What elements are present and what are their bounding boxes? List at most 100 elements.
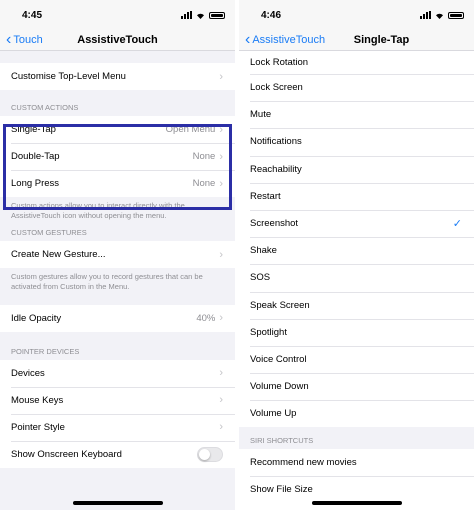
onscreen-keyboard-toggle[interactable]	[197, 446, 223, 462]
chevron-left-icon: ‹	[6, 31, 12, 48]
siri-shortcut-row[interactable]: Recommend new movies	[239, 449, 474, 477]
chevron-left-icon: ‹	[245, 31, 251, 48]
action-option-row[interactable]: Shake	[239, 237, 474, 265]
mouse-keys-row[interactable]: Mouse Keys ›	[0, 386, 235, 414]
single-tap-screen: 4:46 ‹ AssistiveTouch Single-Tap Lock Rot…	[239, 0, 474, 510]
row-value: 40%	[196, 312, 216, 324]
single-tap-row[interactable]: Single-Tap Open Menu ›	[0, 116, 235, 143]
chevron-right-icon: ›	[219, 421, 223, 433]
row-label: Volume Up	[250, 408, 297, 420]
status-icons	[181, 11, 225, 19]
cellular-signal-icon	[420, 11, 431, 19]
chevron-right-icon: ›	[219, 312, 223, 324]
row-value: None	[192, 178, 216, 189]
action-option-row[interactable]: Mute	[239, 101, 474, 129]
row-label: SOS	[250, 272, 271, 284]
action-option-row[interactable]: Lock Screen	[239, 74, 474, 102]
row-label: Create New Gesture...	[11, 249, 106, 261]
siri-shortcut-row[interactable]: Show File Size	[239, 476, 474, 504]
section-header-custom-actions: CUSTOM ACTIONS	[11, 103, 79, 112]
section-header-pointer-devices: POINTER DEVICES	[11, 346, 80, 356]
row-label: Idle Opacity	[11, 312, 62, 324]
chevron-right-icon: ›	[219, 177, 223, 190]
action-option-row[interactable]: Volume Up	[239, 400, 474, 428]
row-label: Voice Control	[250, 353, 307, 365]
row-label: Spotlight	[250, 326, 287, 338]
action-option-row[interactable]: Lock Rotation	[239, 51, 474, 74]
status-bar: 4:46	[239, 0, 474, 30]
row-label: Restart	[250, 190, 281, 202]
chevron-right-icon: ›	[219, 150, 223, 163]
row-label: Long Press	[11, 178, 60, 189]
action-option-row[interactable]: Volume Down	[239, 373, 474, 401]
row-label: Double-Tap	[11, 151, 60, 162]
row-label: Mouse Keys	[11, 394, 64, 406]
action-option-row[interactable]: Voice Control	[239, 345, 474, 374]
status-time: 4:46	[261, 9, 282, 21]
row-label: Shake	[250, 245, 277, 257]
cellular-signal-icon	[181, 11, 192, 19]
double-tap-row[interactable]: Double-Tap None ›	[0, 143, 235, 170]
status-icons	[420, 11, 464, 19]
idle-opacity-row[interactable]: Idle Opacity 40% ›	[0, 304, 235, 332]
action-option-row[interactable]: Restart	[239, 182, 474, 210]
pointer-style-row[interactable]: Pointer Style ›	[0, 413, 235, 441]
action-option-row[interactable]: Screenshot ✓	[239, 209, 474, 238]
row-label: Lock Rotation	[250, 57, 309, 68]
status-bar: 4:45	[0, 0, 235, 30]
row-label: Single-Tap	[11, 124, 56, 135]
nav-bar: ‹ AssistiveTouch Single-Tap	[239, 30, 474, 51]
action-option-row[interactable]: Speak Screen	[239, 291, 474, 319]
row-label: Lock Screen	[250, 82, 303, 94]
row-label: Show File Size	[250, 484, 313, 496]
row-label: Speak Screen	[250, 299, 310, 311]
section-header-custom-gestures: CUSTOM GESTURES	[11, 228, 87, 238]
checkmark-icon: ✓	[452, 218, 462, 231]
create-new-gesture-row[interactable]: Create New Gesture... ›	[0, 241, 235, 269]
custom-actions-footer: Custom actions allow you to interact dir…	[11, 201, 185, 221]
home-indicator[interactable]	[311, 501, 402, 505]
custom-gestures-footer: Custom gestures allow you to record gest…	[11, 272, 203, 292]
chevron-right-icon: ›	[219, 248, 223, 261]
back-button[interactable]: ‹ AssistiveTouch	[245, 32, 325, 48]
chevron-right-icon: ›	[219, 394, 223, 406]
wifi-icon	[197, 13, 204, 19]
row-label: Customise Top-Level Menu	[11, 71, 126, 82]
row-label: Pointer Style	[11, 421, 65, 433]
row-label: Recommend new movies	[250, 457, 357, 469]
devices-row[interactable]: Devices ›	[0, 359, 235, 387]
row-value: None	[192, 151, 216, 162]
back-label: Touch	[13, 34, 43, 46]
chevron-right-icon: ›	[219, 367, 223, 379]
section-header-siri-shortcuts: SIRI SHORTCUTS	[239, 427, 474, 450]
chevron-right-icon: ›	[219, 123, 223, 136]
nav-bar: ‹ Touch AssistiveTouch	[0, 30, 235, 51]
battery-icon	[448, 11, 464, 19]
home-indicator[interactable]	[72, 501, 163, 505]
back-label: AssistiveTouch	[252, 34, 326, 46]
assistivetouch-screen: 4:45 ‹ Touch AssistiveTouch Customise Top…	[0, 0, 235, 510]
custom-actions-group: Single-Tap Open Menu › Double-Tap None › L…	[0, 116, 235, 197]
action-option-row[interactable]: Reachability	[239, 155, 474, 183]
action-option-row[interactable]: Spotlight	[239, 318, 474, 346]
action-option-row[interactable]: SOS	[239, 264, 474, 292]
long-press-row[interactable]: Long Press None ›	[0, 170, 235, 197]
row-label: Reachability	[250, 163, 302, 175]
row-label: Screenshot	[250, 218, 299, 230]
row-label: Devices	[11, 367, 45, 379]
show-onscreen-keyboard-row: Show Onscreen Keyboard	[0, 440, 235, 468]
action-list: Lock Rotation Lock Screen Mute Notification…	[239, 51, 474, 428]
customise-top-level-menu-row[interactable]: Customise Top-Level Menu ›	[0, 63, 235, 90]
row-label: Volume Down	[250, 381, 309, 393]
action-option-row[interactable]: Notifications	[239, 128, 474, 156]
status-time: 4:45	[22, 9, 43, 21]
chevron-right-icon: ›	[219, 70, 223, 83]
row-label: Show Onscreen Keyboard	[11, 448, 122, 460]
back-button[interactable]: ‹ Touch	[6, 32, 43, 48]
row-label: Notifications	[250, 136, 302, 148]
wifi-icon	[436, 13, 443, 19]
toggle-knob	[199, 448, 210, 460]
battery-icon	[209, 11, 225, 19]
row-value: Open Menu	[165, 124, 216, 135]
row-label: Mute	[250, 109, 272, 121]
